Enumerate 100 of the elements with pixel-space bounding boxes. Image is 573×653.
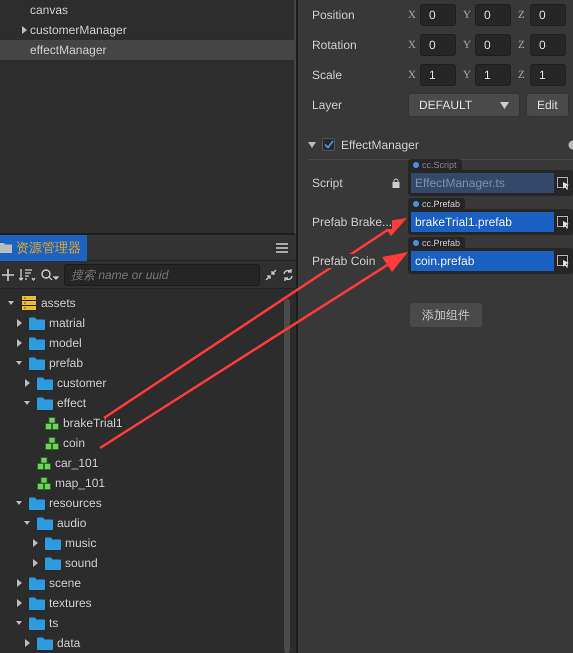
asset-name[interactable]: map_101: [55, 476, 106, 490]
dot-icon: [413, 162, 419, 168]
node-row[interactable]: canvas: [0, 0, 294, 20]
cubes-icon: [37, 476, 51, 490]
caret-right-icon[interactable]: [21, 26, 27, 34]
search-field[interactable]: 搜索 name or uuid: [64, 264, 260, 286]
refresh-icon[interactable]: [282, 268, 294, 280]
cubes-icon: [45, 416, 59, 430]
menu-icon[interactable]: [276, 242, 288, 252]
asset-name[interactable]: customer: [57, 376, 106, 390]
caret-right-icon[interactable]: [32, 539, 38, 547]
asset-name[interactable]: ts: [49, 616, 58, 630]
folder-icon: [37, 516, 53, 530]
number-field[interactable]: 0: [420, 34, 456, 56]
scrollbar[interactable]: [284, 299, 290, 653]
collapse-icon[interactable]: [265, 268, 277, 280]
database-icon: [21, 296, 37, 310]
node-row[interactable]: customerManager: [0, 20, 294, 40]
asset-name[interactable]: model: [49, 336, 82, 350]
caret-right-icon[interactable]: [24, 639, 30, 647]
layer-dropdown[interactable]: DEFAULT: [408, 93, 520, 117]
axis-label: Y: [463, 9, 472, 21]
asset-name[interactable]: textures: [49, 596, 92, 610]
folder-icon: [29, 616, 45, 630]
caret-down-icon[interactable]: [16, 619, 22, 627]
property-label: Prefab Brake...: [312, 215, 392, 229]
dot-icon: [413, 200, 419, 206]
caret-down-icon[interactable]: [16, 359, 22, 367]
number-field[interactable]: 0: [530, 34, 566, 56]
axis-label: Z: [518, 39, 526, 51]
caret-right-icon[interactable]: [24, 379, 30, 387]
asset-field[interactable]: coin.prefab: [408, 248, 573, 274]
caret-right-icon[interactable]: [16, 319, 22, 327]
asset-name[interactable]: audio: [57, 516, 86, 530]
number-field[interactable]: 1: [475, 64, 511, 86]
asset-name[interactable]: resources: [49, 496, 102, 510]
add-component-button[interactable]: 添加组件: [410, 303, 482, 327]
sort-icon[interactable]: [19, 268, 36, 280]
asset-name[interactable]: car_101: [55, 456, 98, 470]
folder-icon: [45, 556, 61, 570]
axis-label: X: [408, 9, 417, 21]
folder-icon: [29, 316, 45, 330]
caret-right-icon[interactable]: [16, 579, 22, 587]
axis-label: Z: [518, 9, 526, 21]
asset-name[interactable]: assets: [41, 296, 76, 310]
caret-down-icon[interactable]: [24, 519, 30, 527]
caret-down-icon[interactable]: [24, 399, 30, 407]
folder-icon: [37, 396, 53, 410]
type-tag: cc.Prefab: [408, 198, 466, 209]
property-label: Prefab Coin: [312, 254, 376, 268]
asset-name[interactable]: data: [57, 636, 80, 650]
axis-label: X: [408, 69, 417, 81]
type-tag: cc.Prefab: [408, 237, 466, 248]
folder-icon: [37, 636, 53, 650]
asset-name[interactable]: sound: [65, 556, 98, 570]
pick-icon[interactable]: [557, 176, 570, 190]
asset-name[interactable]: effect: [57, 396, 86, 410]
property-label: Script: [312, 176, 343, 190]
axis-label: X: [408, 39, 417, 51]
asset-field[interactable]: brakeTrial1.prefab: [408, 209, 573, 235]
enabled-checkbox[interactable]: [322, 138, 335, 151]
caret-right-icon[interactable]: [32, 559, 38, 567]
asset-name[interactable]: scene: [49, 576, 82, 590]
plus-icon[interactable]: [2, 268, 14, 280]
folder-icon: [0, 242, 12, 253]
number-field[interactable]: 0: [475, 4, 511, 26]
pick-icon[interactable]: [557, 254, 570, 268]
property-label: Scale: [312, 68, 344, 82]
number-field[interactable]: 1: [420, 64, 456, 86]
folder-icon: [45, 536, 61, 550]
asset-name[interactable]: prefab: [49, 356, 84, 370]
axis-label: Z: [518, 69, 526, 81]
caret-right-icon[interactable]: [16, 339, 22, 347]
folder-icon: [29, 596, 45, 610]
type-tag: cc.Script: [408, 159, 462, 170]
folder-icon: [37, 376, 53, 390]
caret-down-icon[interactable]: [308, 142, 316, 148]
node-row[interactable]: effectManager: [0, 40, 294, 60]
cubes-icon: [37, 456, 51, 470]
dot-icon: [413, 240, 419, 246]
asset-name[interactable]: matrial: [49, 316, 86, 330]
caret-down-icon: [500, 102, 509, 108]
asset-name[interactable]: brakeTrial1: [63, 416, 123, 430]
pick-icon[interactable]: [557, 216, 570, 228]
axis-label: Y: [463, 69, 472, 81]
folder-icon: [29, 356, 45, 370]
number-field[interactable]: 0: [475, 34, 511, 56]
property-label: Rotation: [312, 38, 358, 52]
caret-down-icon[interactable]: [8, 299, 14, 307]
edit-button[interactable]: Edit: [526, 93, 569, 117]
axis-label: Y: [463, 39, 472, 51]
caret-right-icon[interactable]: [16, 599, 22, 607]
number-field[interactable]: 0: [420, 4, 456, 26]
number-field[interactable]: 1: [530, 64, 566, 86]
caret-down-icon[interactable]: [16, 499, 22, 507]
asset-name[interactable]: music: [65, 536, 96, 550]
search-icon[interactable]: [41, 268, 59, 280]
folder-icon: [29, 576, 45, 590]
asset-name[interactable]: coin: [63, 436, 86, 450]
number-field[interactable]: 0: [530, 4, 566, 26]
